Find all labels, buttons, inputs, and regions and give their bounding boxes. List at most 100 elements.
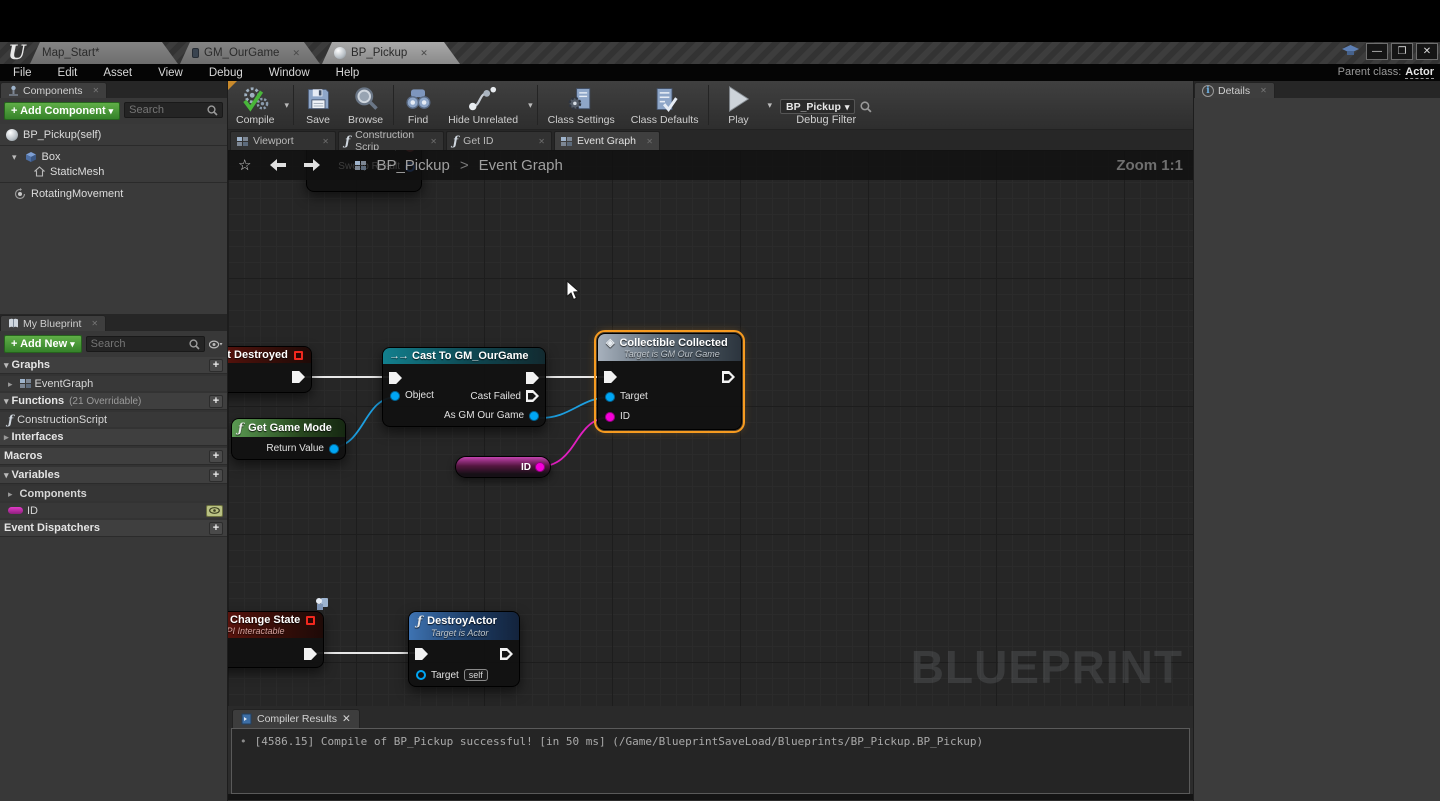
close-tab-icon[interactable] [646,137,653,146]
menu-debug[interactable]: Debug [196,67,256,79]
overridable-note[interactable]: (21 Overridable) [69,396,141,407]
my-blueprint-search-input[interactable] [91,338,189,350]
asset-tab-map-start[interactable]: Map_Start* [30,42,178,64]
close-tab-icon[interactable] [93,86,100,95]
variable-visibility-eye-icon[interactable] [206,505,223,517]
target-input-pin[interactable] [605,392,615,402]
browse-button[interactable]: Browse [340,81,391,129]
tree-item-box[interactable]: Box [0,149,227,164]
menu-window[interactable]: Window [256,67,323,79]
return-value-pin[interactable] [329,444,339,454]
exec-out-pin[interactable] [722,371,735,383]
item-constructionscript[interactable]: ƒ ConstructionScript [0,412,227,427]
expander-icon[interactable] [12,151,20,163]
id-input-pin[interactable] [605,412,615,422]
tab-event-graph[interactable]: Event Graph [554,131,660,150]
tab-construction-script[interactable]: ƒ Construction Scrip [338,131,444,150]
add-macro-button[interactable] [209,450,223,463]
nav-back-icon[interactable] [261,158,295,172]
add-variable-button[interactable] [209,469,223,482]
nav-forward-icon[interactable] [295,158,329,172]
node-event-destroyed[interactable]: Event Destroyed [228,346,312,393]
parent-class-link[interactable]: Actor [1405,66,1434,79]
class-defaults-button[interactable]: Class Defaults [623,81,707,129]
debug-object-dropdown[interactable]: BP_Pickup [780,99,855,114]
maximize-button[interactable]: ❐ [1391,43,1413,60]
my-blueprint-search[interactable] [86,336,205,352]
menu-view[interactable]: View [145,67,196,79]
tab-details[interactable]: i Details [1194,82,1275,98]
favorite-star-icon[interactable] [228,156,261,174]
play-options-caret-icon[interactable] [765,100,774,111]
expander-icon[interactable] [8,378,16,390]
components-search[interactable] [124,102,223,118]
add-dispatcher-button[interactable] [209,522,223,535]
object-input-pin[interactable] [390,391,400,401]
event-graph-canvas[interactable]: From Sweep Sweep Result BP_Pickup [228,150,1193,706]
expander-icon[interactable] [4,395,12,407]
menu-edit[interactable]: Edit [45,67,91,79]
exec-out-pin[interactable] [304,648,317,660]
tree-item-staticmesh[interactable]: StaticMesh [0,164,227,179]
node-destroy-actor[interactable]: ƒ DestroyActor Target is Actor Target se… [408,611,520,687]
expander-icon[interactable] [4,431,12,443]
tab-get-id[interactable]: ƒ Get ID [446,131,552,150]
save-button[interactable]: Save [296,81,340,129]
node-cast-to-gm-ourgame[interactable]: →→ Cast To GM_OurGame Object Cast Failed [382,347,546,427]
close-tab-icon[interactable] [1260,86,1267,95]
minimize-button[interactable]: — [1366,43,1388,60]
category-functions[interactable]: Functions (21 Overridable) [0,393,227,410]
category-variables[interactable]: Variables [0,467,227,484]
visibility-filter-icon[interactable] [209,340,223,349]
target-input-pin[interactable] [416,670,426,680]
expander-icon[interactable] [8,488,16,500]
cast-failed-exec-pin[interactable] [526,390,539,402]
close-tab-icon[interactable] [91,319,98,328]
item-id-variable[interactable]: ID [0,503,227,518]
breadcrumb-asset[interactable]: BP_Pickup [376,157,449,174]
exec-in-pin[interactable] [604,371,617,383]
menu-file[interactable]: File [0,67,45,79]
tab-components-panel[interactable]: Components [0,82,107,98]
exec-out-pin[interactable] [292,371,305,383]
close-button[interactable]: ✕ [1416,43,1438,60]
tab-compiler-results[interactable]: Compiler Results [232,709,360,728]
exec-in-pin[interactable] [389,372,402,384]
exec-out-pin[interactable] [500,648,513,660]
node-collectible-collected[interactable]: ◈ Collectible Collected Target is GM Our… [597,333,742,430]
class-settings-button[interactable]: Class Settings [540,81,623,129]
close-tab-icon[interactable] [292,48,300,59]
item-eventgraph[interactable]: EventGraph [0,376,227,391]
node-get-game-mode[interactable]: ƒ Get Game Mode Return Value [231,418,346,460]
close-tab-icon[interactable] [538,137,545,146]
add-component-button[interactable]: + Add Component [4,102,120,120]
node-event-change-state[interactable]: Event Change State From BPI Interactable [228,611,324,668]
asset-tab-gm-ourgame[interactable]: GM_OurGame [180,42,320,64]
exec-in-pin[interactable] [415,648,428,660]
play-button[interactable]: Play [711,81,765,129]
tab-viewport[interactable]: Viewport [230,131,336,150]
add-new-button[interactable]: + Add New [4,335,82,353]
tutorial-cap-icon[interactable] [1342,45,1359,58]
category-interfaces[interactable]: Interfaces [0,429,227,446]
category-event-dispatchers[interactable]: Event Dispatchers [0,520,227,537]
close-tab-icon[interactable] [342,713,351,725]
expander-icon[interactable] [4,359,12,371]
close-tab-icon[interactable] [322,137,329,146]
menu-asset[interactable]: Asset [90,67,145,79]
find-button[interactable]: Find [396,81,440,129]
id-output-pin[interactable] [535,462,545,472]
asset-tab-bp-pickup[interactable]: BP_Pickup [322,42,460,64]
breadcrumb-graph[interactable]: Event Graph [479,157,563,174]
hide-unrelated-button[interactable]: Hide Unrelated [440,81,526,129]
debug-search-icon[interactable] [860,101,872,113]
category-macros[interactable]: Macros [0,448,227,465]
category-graphs[interactable]: Graphs [0,357,227,374]
add-function-button[interactable] [209,395,223,408]
hide-unrelated-caret-icon[interactable] [526,100,535,111]
tree-item-rotatingmovement[interactable]: RotatingMovement [0,186,227,201]
as-gm-our-game-pin[interactable] [529,411,539,421]
compile-options-caret-icon[interactable] [283,100,292,111]
add-graph-button[interactable] [209,359,223,372]
tree-item-self[interactable]: BP_Pickup(self) [0,127,227,142]
